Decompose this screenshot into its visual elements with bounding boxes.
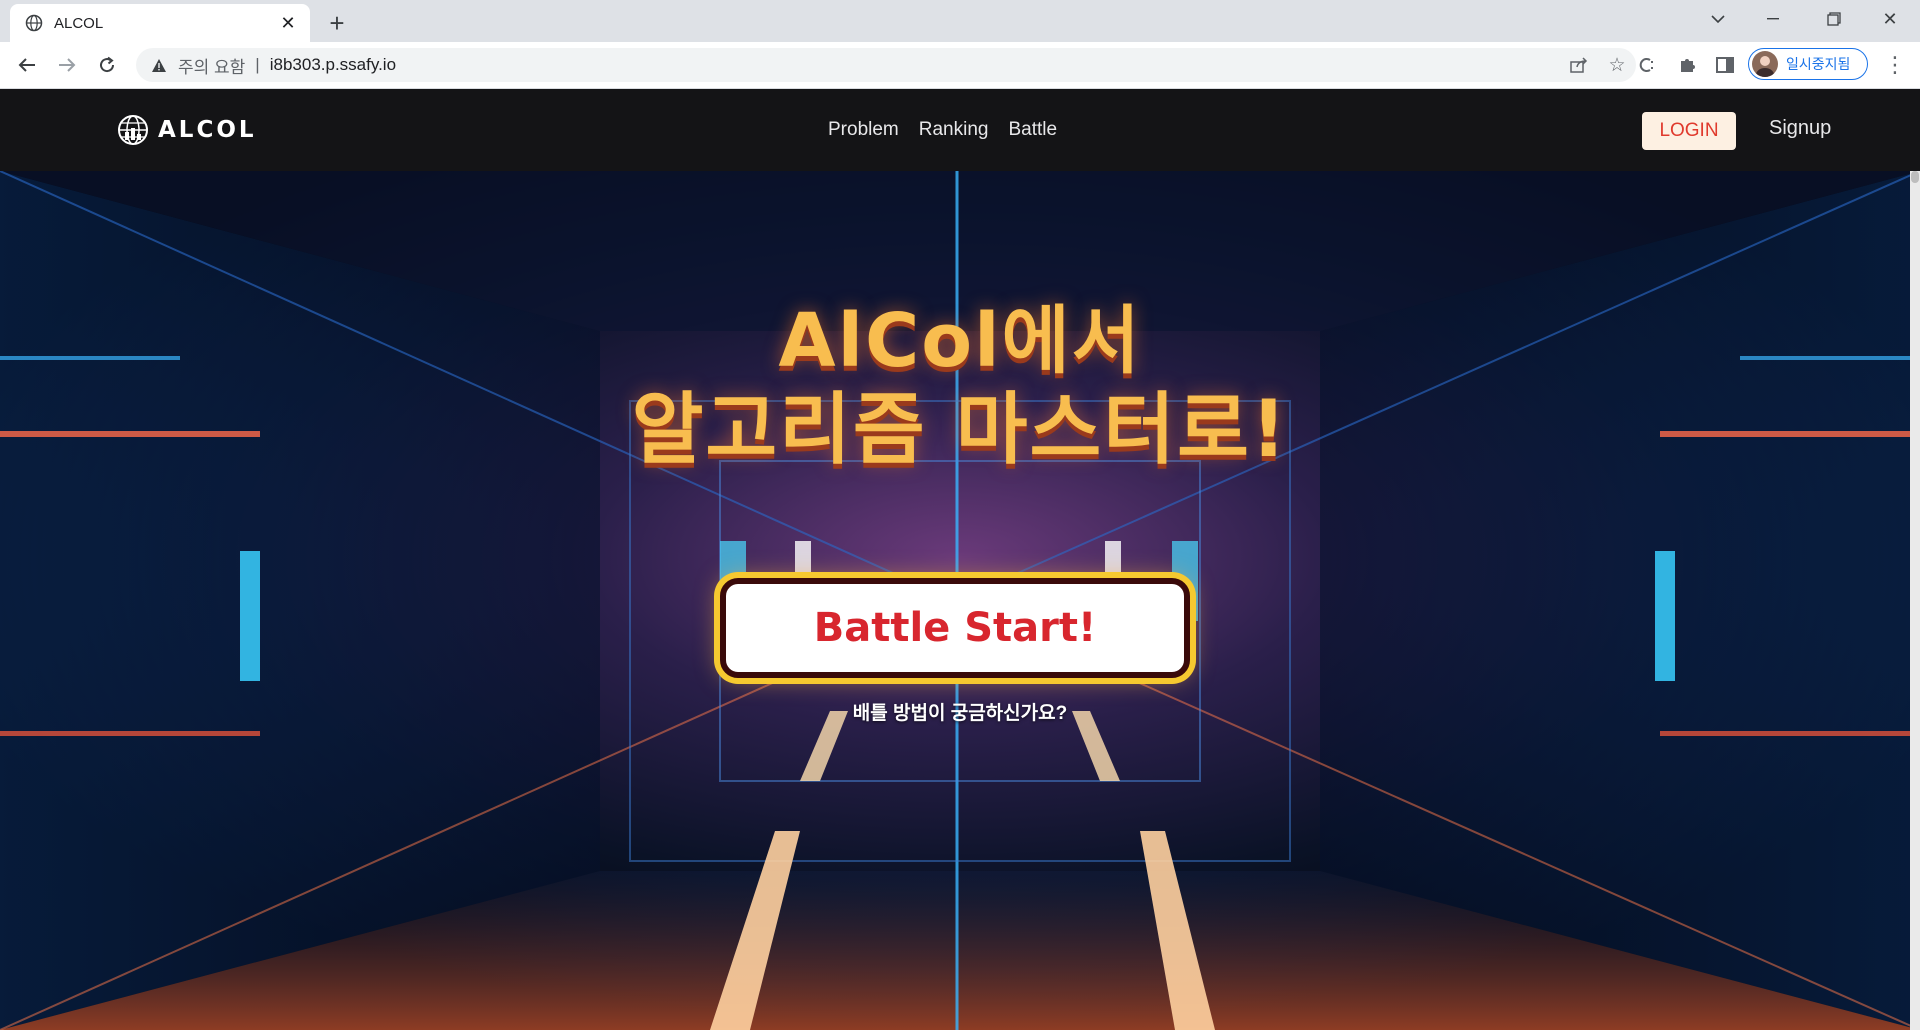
nav-battle[interactable]: Battle xyxy=(1008,119,1057,141)
bookmark-star-icon[interactable]: ☆ xyxy=(1598,48,1636,82)
main-nav: Problem Ranking Battle xyxy=(828,89,1077,171)
globe-logo-icon xyxy=(118,115,148,145)
reload-icon[interactable] xyxy=(92,50,122,80)
profile-chip[interactable]: 일시중지됨 xyxy=(1748,48,1868,80)
globe-icon xyxy=(24,13,44,33)
browser-tabbar: ALCOL ✕ + ✕ xyxy=(0,0,1920,42)
hero-section: AlCol에서 알고리즘 마스터로! Battle Start! 배틀 방법이 … xyxy=(0,171,1920,1030)
side-panel-icon[interactable] xyxy=(1710,50,1740,80)
site-viewport: ALCOL Problem Ranking Battle LOGIN Signu… xyxy=(0,89,1920,1030)
security-warning-label[interactable]: 주의 요함 xyxy=(178,53,245,78)
address-toolbar: 주의 요함 | i8b303.p.ssafy.io ☆ 일시중지됨 ⋮ xyxy=(0,42,1920,89)
forward-icon[interactable] xyxy=(52,50,82,80)
url-text[interactable]: i8b303.p.ssafy.io xyxy=(270,55,396,75)
site-logo[interactable]: ALCOL xyxy=(116,111,257,149)
back-icon[interactable] xyxy=(12,50,42,80)
signup-link[interactable]: Signup xyxy=(1769,117,1831,140)
omnibox[interactable]: 주의 요함 | i8b303.p.ssafy.io ☆ xyxy=(136,48,1636,82)
scrollbar-thumb[interactable] xyxy=(1911,171,1919,183)
minimize-icon[interactable] xyxy=(1746,0,1802,38)
tab-search-chevron-icon[interactable] xyxy=(1690,0,1746,38)
tab-title: ALCOL xyxy=(54,14,104,32)
extensions-puzzle-icon[interactable] xyxy=(1672,50,1702,80)
site-navbar: ALCOL Problem Ranking Battle LOGIN Signu… xyxy=(0,89,1920,171)
browser-menu-icon[interactable]: ⋮ xyxy=(1880,50,1910,80)
page-scrollbar[interactable] xyxy=(1910,171,1920,1030)
login-button[interactable]: LOGIN xyxy=(1642,112,1736,150)
nav-problem[interactable]: Problem xyxy=(828,119,899,141)
share-icon[interactable] xyxy=(1560,48,1598,82)
profile-status-label: 일시중지됨 xyxy=(1786,56,1851,72)
nav-ranking[interactable]: Ranking xyxy=(919,119,989,141)
close-window-icon[interactable]: ✕ xyxy=(1862,0,1918,38)
new-tab-button[interactable]: + xyxy=(322,8,352,38)
extension-c-icon[interactable] xyxy=(1632,50,1662,80)
omnibox-divider: | xyxy=(255,55,260,74)
battle-start-button[interactable]: Battle Start! xyxy=(720,578,1190,678)
restore-icon[interactable] xyxy=(1806,0,1862,38)
close-tab-icon[interactable]: ✕ xyxy=(276,11,300,35)
browser-tab[interactable]: ALCOL ✕ xyxy=(10,4,310,42)
logo-text: ALCOL xyxy=(158,117,257,143)
avatar xyxy=(1752,51,1778,77)
warning-icon[interactable] xyxy=(150,56,168,74)
hero-headline-line2: 알고리즘 마스터로! xyxy=(631,385,1289,475)
battle-howto-link[interactable]: 배틀 방법이 궁금하신가요? xyxy=(0,698,1920,725)
